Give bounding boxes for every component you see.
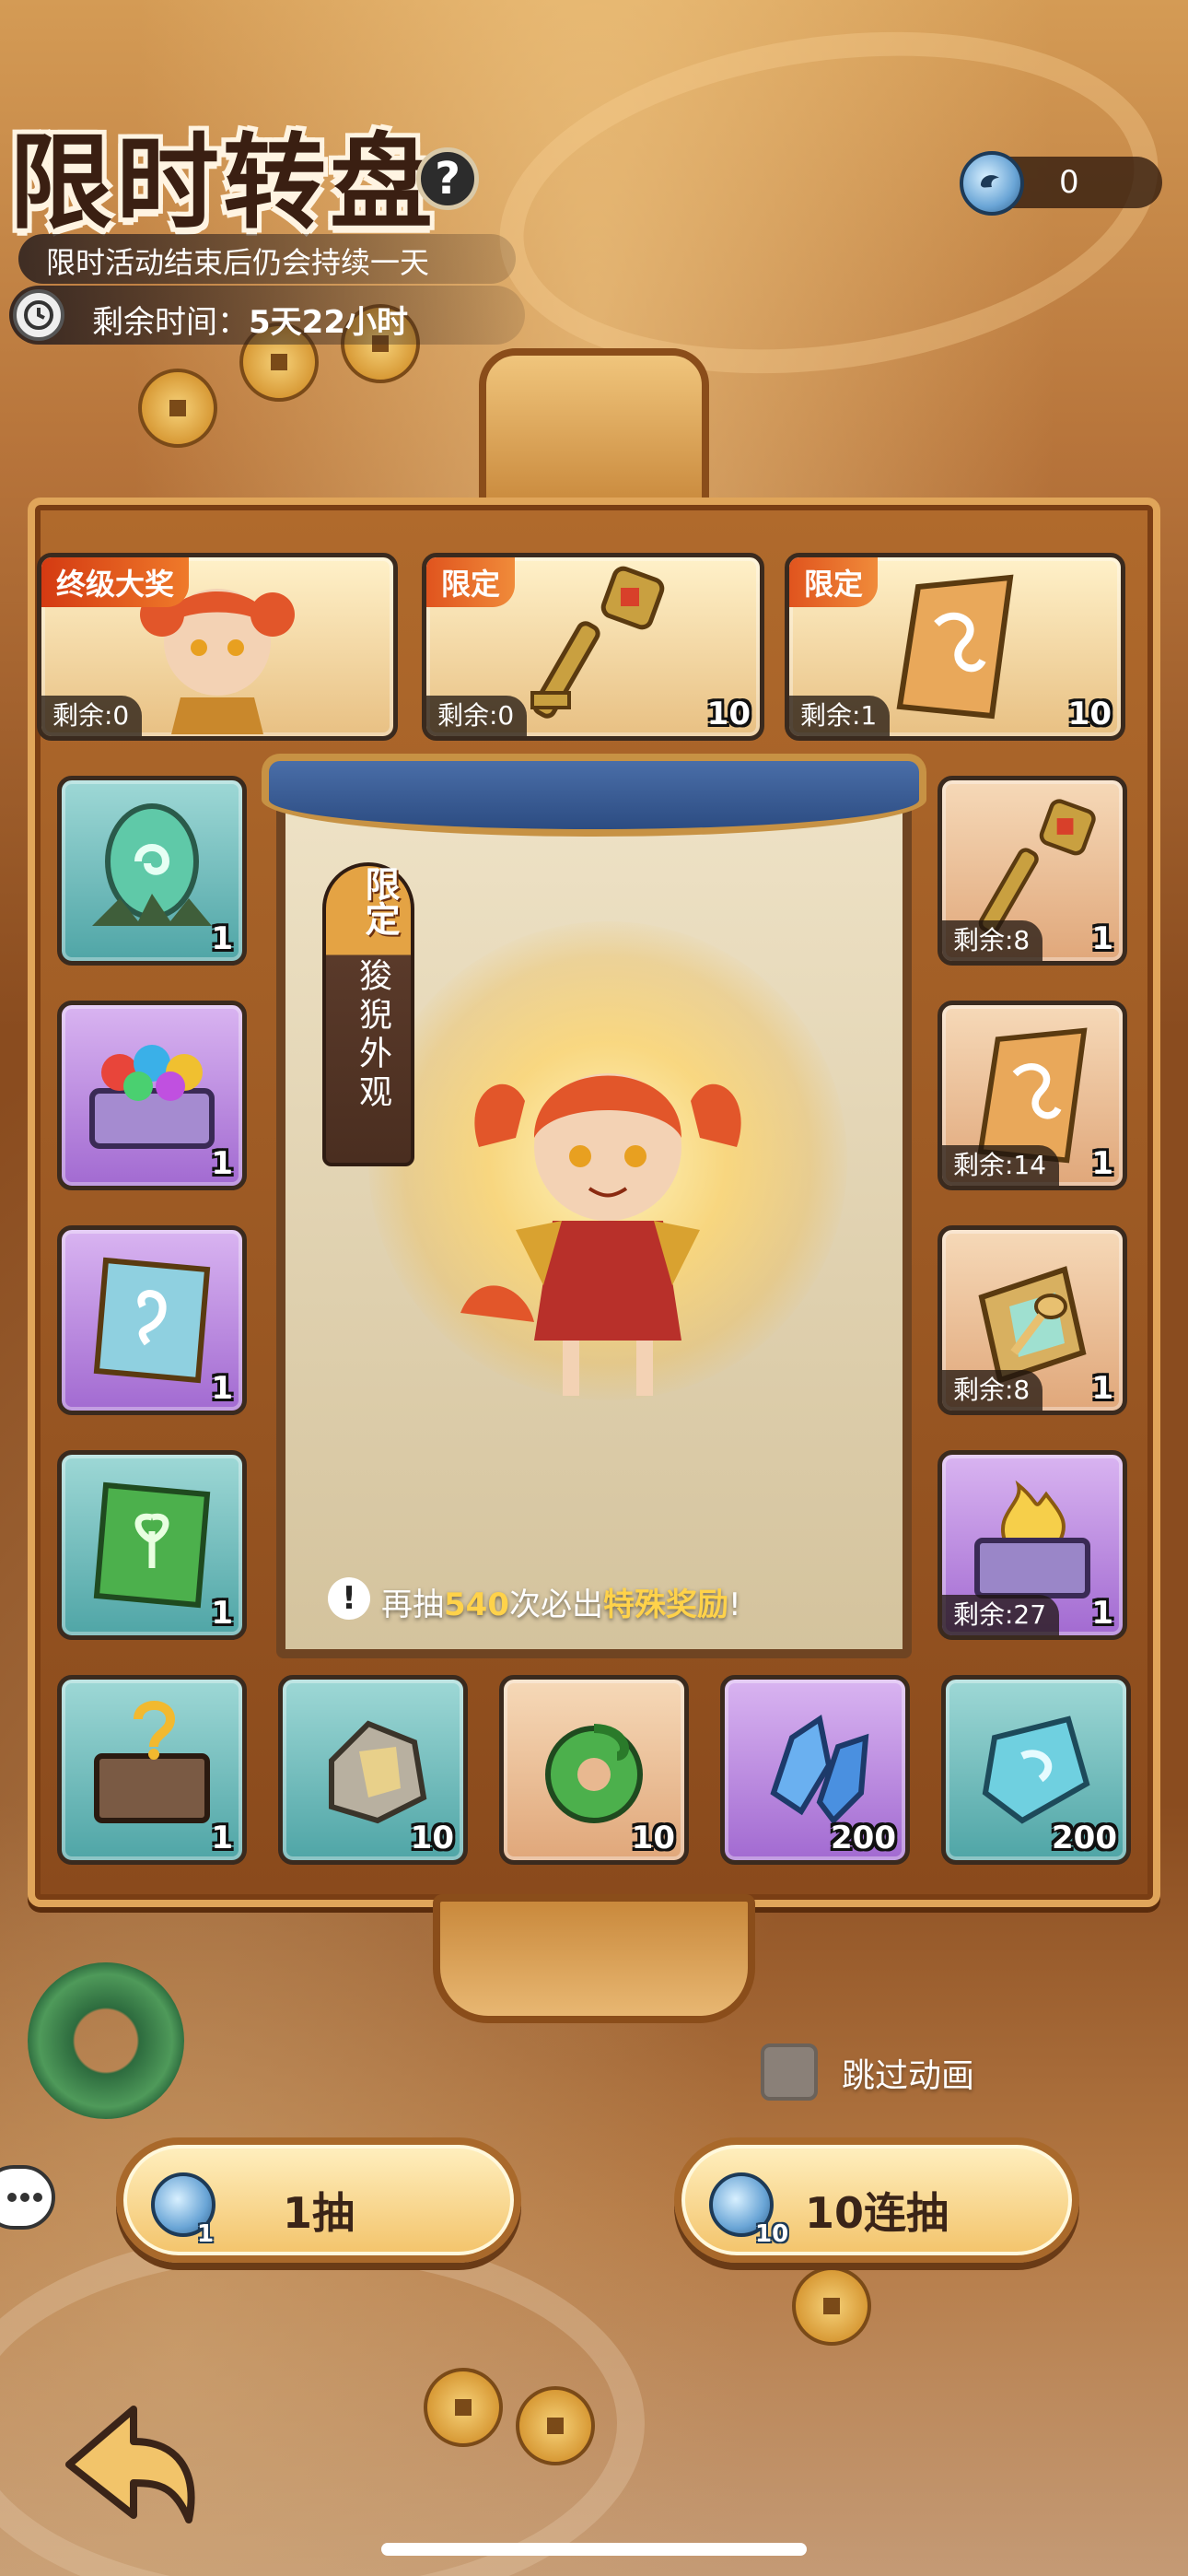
prize-slot[interactable]: 10 bbox=[278, 1675, 468, 1865]
remaining-count: 剩余:1 bbox=[789, 696, 891, 736]
coin-decoration bbox=[792, 2266, 871, 2346]
item-quantity: 10 bbox=[631, 1820, 675, 1856]
item-quantity: 10 bbox=[706, 696, 751, 732]
prize-slot-ticket[interactable]: 限定 剩余:1 10 bbox=[785, 553, 1125, 741]
draw-one-button[interactable]: 1 1抽 bbox=[116, 2137, 521, 2263]
limited-tag: 限定 bbox=[426, 557, 516, 607]
prize-slot[interactable]: 200 bbox=[720, 1675, 910, 1865]
event-subtitle: 限时活动结束后仍会持续一天 bbox=[46, 245, 430, 280]
limited-tag: 限定 bbox=[789, 557, 879, 607]
draw-one-label: 1抽 bbox=[282, 2188, 355, 2238]
item-quantity: 200 bbox=[831, 1820, 896, 1856]
skip-animation-label[interactable]: 跳过动画 bbox=[842, 2049, 974, 2097]
coin-decoration bbox=[516, 2386, 595, 2465]
coin-decoration bbox=[138, 369, 217, 448]
prize-slot-key[interactable]: 限定 剩余:0 10 bbox=[422, 553, 764, 741]
grand-prize-tag: 终级大奖 bbox=[41, 557, 190, 607]
prize-slot[interactable]: 1 bbox=[57, 1001, 247, 1190]
prize-slot[interactable]: 200 bbox=[941, 1675, 1131, 1865]
time-label: 剩余时间： bbox=[92, 304, 249, 341]
remaining-count: 剩余:0 bbox=[41, 696, 143, 736]
page-title: 限时转盘 bbox=[9, 123, 437, 243]
prize-slot[interactable]: 10 bbox=[499, 1675, 689, 1865]
prize-slot[interactable]: 1 bbox=[57, 1675, 247, 1865]
scroll-roller bbox=[262, 754, 926, 837]
limited-badge-label: 限定 bbox=[359, 866, 401, 936]
remaining-count: 剩余:8 bbox=[942, 1370, 1043, 1411]
item-quantity: 10 bbox=[1067, 696, 1112, 732]
remaining-count: 剩余:0 bbox=[426, 696, 528, 736]
hint-prefix: 再抽 bbox=[381, 1587, 444, 1623]
title-area: 限时转盘 bbox=[9, 100, 437, 249]
board-cap-bottom bbox=[433, 1894, 755, 2023]
featured-character-icon[interactable] bbox=[405, 995, 810, 1428]
remaining-count: 剩余:27 bbox=[942, 1595, 1060, 1635]
time-remaining: 剩余时间：5天22小时 bbox=[92, 297, 408, 342]
item-quantity: 200 bbox=[1052, 1820, 1117, 1856]
prize-slot-grand[interactable]: 终级大奖 剩余:0 bbox=[37, 553, 398, 741]
item-quantity: 1 bbox=[1091, 1370, 1113, 1407]
hint-count: 540 bbox=[444, 1587, 509, 1623]
remaining-count: 剩余:14 bbox=[942, 1145, 1060, 1186]
coin-decoration bbox=[424, 2368, 503, 2447]
question-icon: ? bbox=[435, 153, 460, 205]
blue-coin-icon bbox=[960, 151, 1024, 216]
item-quantity: 1 bbox=[1091, 920, 1113, 957]
item-quantity: 1 bbox=[211, 920, 233, 957]
item-quantity: 1 bbox=[211, 1820, 233, 1856]
help-button[interactable]: ? bbox=[416, 147, 479, 210]
prize-slot[interactable]: 剩余:27 1 bbox=[938, 1450, 1127, 1640]
currency-amount: 0 bbox=[1059, 164, 1079, 201]
hint-middle: 次必出 bbox=[508, 1587, 603, 1623]
draw-ten-label: 10连抽 bbox=[804, 2188, 949, 2238]
back-arrow-icon bbox=[65, 2406, 195, 2523]
item-quantity: 10 bbox=[410, 1820, 454, 1856]
prize-slot[interactable]: 剩余:8 1 bbox=[938, 776, 1127, 966]
item-quantity: 1 bbox=[211, 1595, 233, 1632]
home-indicator bbox=[381, 2543, 807, 2556]
back-button[interactable] bbox=[55, 2395, 212, 2534]
item-quantity: 1 bbox=[211, 1145, 233, 1182]
jade-ring-decoration bbox=[28, 1962, 184, 2119]
prize-slot[interactable]: 剩余:8 1 bbox=[938, 1225, 1127, 1415]
hint-highlight: 特殊奖励 bbox=[602, 1587, 728, 1623]
prize-slot[interactable]: 剩余:14 1 bbox=[938, 1001, 1127, 1190]
clock-icon bbox=[13, 289, 64, 341]
prize-slot[interactable]: 1 bbox=[57, 1450, 247, 1640]
skip-animation-checkbox[interactable] bbox=[761, 2043, 818, 2101]
info-icon: ! bbox=[328, 1577, 370, 1620]
time-value: 5天22小时 bbox=[249, 304, 408, 341]
skin-name-label: 狻猊外观 bbox=[354, 958, 391, 1113]
pity-hint: 再抽540次必出特殊奖励! bbox=[381, 1579, 741, 1624]
item-quantity: 1 bbox=[1091, 1595, 1113, 1632]
item-quantity: 1 bbox=[1091, 1145, 1113, 1182]
draw-ten-button[interactable]: 10 10连抽 bbox=[674, 2137, 1079, 2263]
prize-slot[interactable]: 1 bbox=[57, 1225, 247, 1415]
item-quantity: 1 bbox=[211, 1370, 233, 1407]
board-cap-top bbox=[479, 348, 709, 514]
hint-suffix: ! bbox=[728, 1587, 741, 1623]
prize-slot[interactable]: 1 bbox=[57, 776, 247, 966]
remaining-count: 剩余:8 bbox=[942, 920, 1043, 961]
